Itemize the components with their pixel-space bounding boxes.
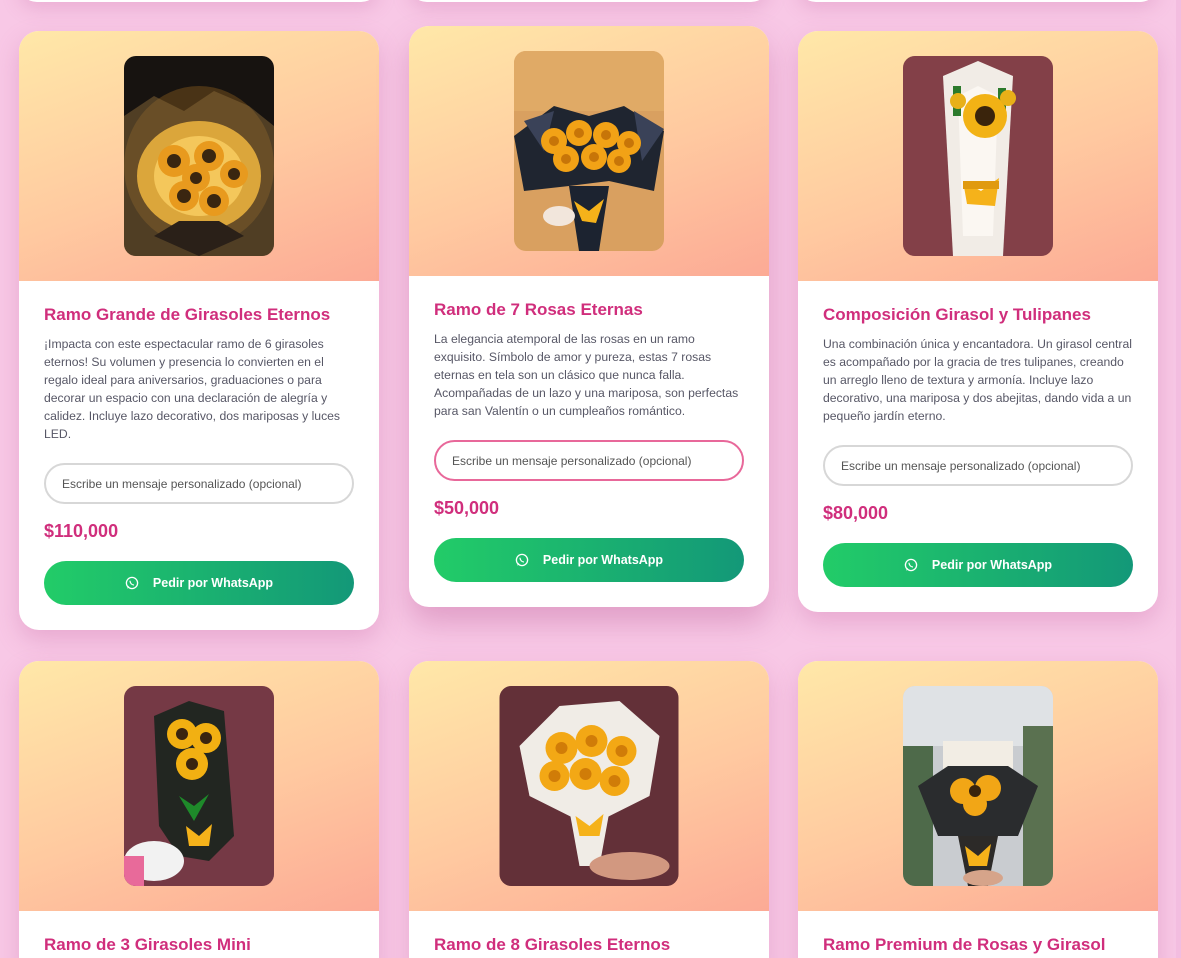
whatsapp-icon — [125, 576, 139, 590]
eight-sunflowers-bouquet-image — [499, 686, 679, 886]
order-whatsapp-label: Pedir por WhatsApp — [542, 553, 664, 567]
sunflower-tulips-image — [903, 56, 1053, 256]
product-photo — [903, 56, 1053, 256]
custom-message-input[interactable] — [823, 445, 1133, 486]
product-description: ¡Impacta con este espectacular ramo de 6… — [44, 337, 341, 441]
custom-message-input[interactable] — [44, 463, 354, 504]
product-image-area — [19, 31, 379, 281]
sunflower-led-bouquet-image — [124, 56, 274, 256]
product-card: Ramo de 3 Girasoles Mini — [19, 661, 379, 958]
product-photo — [124, 686, 274, 886]
product-image-area — [409, 26, 769, 276]
product-card: Ramo Grande de Girasoles Eternos ¡Impact… — [19, 31, 379, 630]
whatsapp-icon — [904, 558, 918, 572]
product-catalog-page: Ramo Grande de Girasoles Eternos ¡Impact… — [0, 0, 1181, 958]
product-title: Ramo Premium de Rosas y Girasol — [823, 935, 1106, 954]
order-whatsapp-button[interactable]: Pedir por WhatsApp — [44, 561, 354, 605]
product-photo — [499, 686, 679, 886]
product-description: La elegancia atemporal de las rosas en u… — [434, 332, 739, 418]
product-title: Ramo de 8 Girasoles Eternos — [434, 935, 671, 954]
order-whatsapp-button[interactable]: Pedir por WhatsApp — [823, 543, 1133, 587]
premium-roses-sunflower-image — [903, 686, 1053, 886]
product-title: Ramo Grande de Girasoles Eternos — [44, 305, 331, 324]
product-title: Ramo de 7 Rosas Eternas — [434, 300, 643, 319]
product-card: Composición Girasol y Tulipanes Una comb… — [798, 31, 1158, 612]
rose-bouquet-image — [514, 51, 664, 251]
order-whatsapp-label: Pedir por WhatsApp — [931, 558, 1053, 572]
product-photo — [514, 51, 664, 251]
custom-message-input[interactable] — [434, 440, 744, 481]
previous-row-card-3 — [798, 0, 1158, 2]
product-description: Una combinación única y encantadora. Un … — [823, 337, 1132, 423]
product-card: Ramo de 7 Rosas Eternas La elegancia ate… — [409, 26, 769, 607]
product-image-area — [19, 661, 379, 911]
order-whatsapp-button[interactable]: Pedir por WhatsApp — [434, 538, 744, 582]
order-whatsapp-label: Pedir por WhatsApp — [152, 576, 274, 590]
scrollbar-track[interactable] — [1176, 0, 1181, 958]
product-title: Ramo de 3 Girasoles Mini — [44, 935, 251, 954]
product-image-area — [409, 661, 769, 911]
product-photo — [903, 686, 1053, 886]
product-price: $80,000 — [823, 503, 889, 523]
whatsapp-icon — [515, 553, 529, 567]
product-image-area — [798, 661, 1158, 911]
product-photo — [124, 56, 274, 256]
product-card: Ramo de 8 Girasoles Eternos — [409, 661, 769, 958]
product-price: $110,000 — [44, 521, 119, 541]
product-card: Ramo Premium de Rosas y Girasol — [798, 661, 1158, 958]
mini-sunflower-bouquet-image — [124, 686, 274, 886]
previous-row-card-1 — [19, 0, 379, 2]
previous-row-card-2 — [409, 0, 769, 2]
product-image-area — [798, 31, 1158, 281]
product-title: Composición Girasol y Tulipanes — [823, 305, 1091, 324]
product-price: $50,000 — [434, 498, 500, 518]
